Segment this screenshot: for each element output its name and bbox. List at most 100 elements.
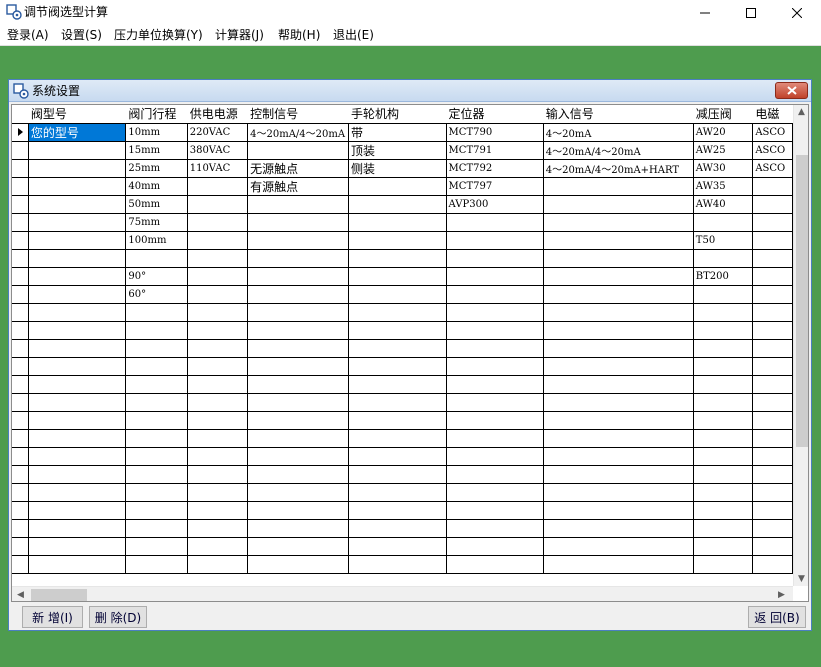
- grid-cell[interactable]: [348, 375, 447, 394]
- grid-cell[interactable]: [28, 231, 127, 250]
- grid-cell[interactable]: [187, 501, 249, 520]
- grid-cell[interactable]: [693, 321, 754, 340]
- grid-cell[interactable]: [247, 357, 350, 376]
- grid-cell[interactable]: [543, 267, 694, 286]
- grid-cell[interactable]: [446, 501, 544, 520]
- column-header[interactable]: 电磁: [752, 105, 793, 124]
- grid-cell[interactable]: [752, 555, 793, 574]
- row-header[interactable]: [12, 267, 29, 286]
- grid-cell[interactable]: [187, 483, 249, 502]
- grid-cell[interactable]: [247, 519, 350, 538]
- grid-cell[interactable]: [125, 393, 188, 412]
- grid-cell[interactable]: [693, 465, 754, 484]
- grid-cell[interactable]: [446, 339, 544, 358]
- grid-cell[interactable]: [543, 465, 694, 484]
- grid-cell[interactable]: [446, 555, 544, 574]
- row-header[interactable]: [12, 447, 29, 466]
- grid-cell[interactable]: [247, 429, 350, 448]
- grid-cell[interactable]: 15mm: [125, 141, 188, 160]
- grid-cell[interactable]: [348, 213, 447, 232]
- grid-cell[interactable]: [543, 429, 694, 448]
- grid-cell[interactable]: [187, 447, 249, 466]
- table-row[interactable]: [12, 447, 793, 466]
- grid-cell[interactable]: [752, 249, 793, 268]
- grid-cell[interactable]: [693, 375, 754, 394]
- row-header[interactable]: [12, 195, 29, 214]
- grid-cell[interactable]: MCT792: [446, 159, 544, 178]
- grid-cell[interactable]: [247, 141, 350, 160]
- grid-cell[interactable]: [348, 303, 447, 322]
- table-row[interactable]: [12, 501, 793, 520]
- grid-cell[interactable]: AW25: [693, 141, 754, 160]
- grid-cell[interactable]: [187, 177, 249, 196]
- grid-cell[interactable]: [348, 411, 447, 430]
- add-button[interactable]: 新 增(I): [22, 606, 83, 628]
- grid-cell[interactable]: [247, 231, 350, 250]
- grid-cell[interactable]: MCT797: [446, 177, 544, 196]
- grid-cell[interactable]: [28, 285, 127, 304]
- grid-cell[interactable]: [752, 285, 793, 304]
- grid-cell[interactable]: [28, 393, 127, 412]
- grid-cell[interactable]: [543, 177, 694, 196]
- grid-cell[interactable]: [247, 285, 350, 304]
- grid-cell[interactable]: [28, 177, 127, 196]
- grid-cell[interactable]: [752, 465, 793, 484]
- grid-cell[interactable]: [125, 375, 188, 394]
- grid-cell[interactable]: [752, 321, 793, 340]
- grid-cell[interactable]: [247, 411, 350, 430]
- grid-cell[interactable]: [446, 375, 544, 394]
- grid-cell[interactable]: [752, 213, 793, 232]
- delete-button[interactable]: 删 除(D): [89, 606, 147, 628]
- table-row[interactable]: [12, 375, 793, 394]
- grid-cell[interactable]: [752, 537, 793, 556]
- table-row[interactable]: 您的型号 10mm 220VAC 4～20mA/4～20mA 带 MCT790 4～20mA…: [12, 123, 793, 142]
- grid-cell[interactable]: [693, 357, 754, 376]
- grid-cell[interactable]: [543, 303, 694, 322]
- grid-cell[interactable]: ASCO: [752, 123, 793, 142]
- grid-cell[interactable]: [187, 357, 249, 376]
- grid-cell[interactable]: [446, 519, 544, 538]
- grid-cell[interactable]: ASCO: [752, 159, 793, 178]
- row-header[interactable]: [12, 213, 29, 232]
- grid-cell[interactable]: [446, 213, 544, 232]
- column-header[interactable]: 减压阀: [693, 105, 754, 124]
- grid-cell[interactable]: [348, 429, 447, 448]
- grid-cell[interactable]: [247, 447, 350, 466]
- grid-cell[interactable]: [348, 177, 447, 196]
- grid-cell[interactable]: 4～20mA/4～20mA: [543, 141, 694, 160]
- grid-cell[interactable]: [348, 447, 447, 466]
- grid-cell[interactable]: [187, 537, 249, 556]
- scroll-right-icon[interactable]: ▶: [778, 589, 785, 601]
- grid-cell[interactable]: [446, 483, 544, 502]
- grid-cell[interactable]: [543, 537, 694, 556]
- grid-cell[interactable]: [693, 249, 754, 268]
- grid-cell[interactable]: [348, 393, 447, 412]
- table-row[interactable]: [12, 555, 793, 574]
- grid-cell[interactable]: 25mm: [125, 159, 188, 178]
- grid-cell[interactable]: [348, 501, 447, 520]
- column-header[interactable]: 阀型号: [28, 105, 127, 124]
- grid-cell[interactable]: [693, 429, 754, 448]
- table-row[interactable]: 100mm T50: [12, 231, 793, 250]
- grid-cell[interactable]: [187, 285, 249, 304]
- grid-cell[interactable]: [543, 393, 694, 412]
- row-header[interactable]: [12, 411, 29, 430]
- grid-cell[interactable]: [348, 321, 447, 340]
- grid-cell[interactable]: [693, 411, 754, 430]
- grid-cell[interactable]: [247, 321, 350, 340]
- grid-cell[interactable]: [348, 195, 447, 214]
- grid-cell[interactable]: [693, 537, 754, 556]
- grid-cell[interactable]: [543, 231, 694, 250]
- grid-cell[interactable]: [187, 465, 249, 484]
- grid-cell[interactable]: [348, 357, 447, 376]
- grid-cell[interactable]: [446, 537, 544, 556]
- row-header[interactable]: [12, 375, 29, 394]
- table-row[interactable]: [12, 321, 793, 340]
- grid-cell[interactable]: [247, 393, 350, 412]
- grid-cell[interactable]: [752, 483, 793, 502]
- grid-cell[interactable]: [446, 465, 544, 484]
- row-header[interactable]: [12, 159, 29, 178]
- grid-cell[interactable]: [446, 303, 544, 322]
- table-row[interactable]: [12, 465, 793, 484]
- grid-cell[interactable]: [247, 303, 350, 322]
